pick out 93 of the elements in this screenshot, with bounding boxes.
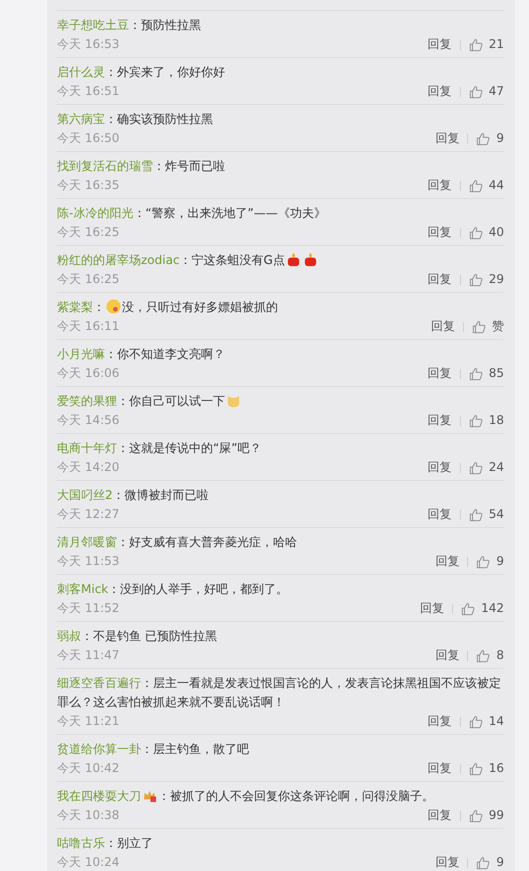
reply-link[interactable]: 回复 bbox=[428, 35, 452, 54]
reply-link[interactable]: 回复 bbox=[435, 129, 460, 148]
comment-time: 今天 10:42 bbox=[57, 760, 120, 777]
comment-time: 今天 16:25 bbox=[57, 271, 120, 288]
reply-link[interactable]: 回复 bbox=[435, 552, 460, 571]
reply-link[interactable]: 回复 bbox=[428, 712, 452, 731]
candle-emoji-icon bbox=[302, 252, 318, 267]
thumbs-up-icon[interactable] bbox=[476, 648, 490, 662]
comment-time: 今天 14:56 bbox=[57, 412, 120, 429]
thumbs-up-icon[interactable] bbox=[461, 602, 476, 616]
comment-text: 刺客Mick：没到的人举手，好吧，都到了。 bbox=[57, 581, 290, 598]
like-count: 29 bbox=[488, 271, 504, 288]
thumbs-up-icon[interactable] bbox=[468, 414, 483, 428]
comment-text: 幸子想吃土豆：预防性拉黑 bbox=[57, 17, 202, 34]
comment-text: 爱笑的果狸：你自己可以试一下 bbox=[57, 392, 504, 411]
comment-time: 今天 12:27 bbox=[57, 506, 120, 523]
comment-time: 今天 16:51 bbox=[57, 83, 120, 100]
comment-text: 我在四楼耍大刀 ：被抓了的人不会回复你这条评论啊，问得没脑子。 bbox=[57, 787, 435, 805]
like-count: 21 bbox=[488, 36, 504, 53]
comment-text: 细逐空香百遍行：层主一看就是发表过恨国言论的人，发表言论抹黑祖国不应该被定罪么？这么害怕被抓起来就不要乱说话啊！ bbox=[57, 675, 502, 711]
reply-link[interactable]: 回复 bbox=[428, 223, 452, 242]
comment-text: 紫棠梨： 没，只听过有好多嫖娼被抓的 bbox=[57, 298, 279, 316]
comment-time: 今天 11:21 bbox=[57, 713, 120, 730]
like-count: 47 bbox=[488, 83, 504, 100]
like-count: 54 bbox=[488, 506, 504, 523]
comment-text: 找到复活石的瑞雪：炸号而已啦 bbox=[57, 158, 226, 175]
comment-text: 小月光嘛：你不知道李文亮啊？ bbox=[57, 346, 226, 363]
reply-link[interactable]: 回复 bbox=[428, 411, 452, 430]
comment-text: 粉红的的屠宰场zodiac：宁这条蛆没有G点 bbox=[57, 251, 504, 270]
comment-text: 大国叼丝2：微博被封而已啦 bbox=[57, 487, 210, 504]
like-count: 44 bbox=[488, 177, 504, 194]
reply-link[interactable]: 回复 bbox=[428, 505, 452, 524]
reply-link[interactable]: 回复 bbox=[428, 82, 452, 101]
like-count: 24 bbox=[488, 459, 504, 476]
reply-link[interactable]: 回复 bbox=[435, 853, 460, 871]
thumbs-up-icon[interactable] bbox=[468, 226, 483, 240]
comment-text: 清月邻暖窗：好支威有喜大普奔菱光症，哈哈 bbox=[57, 534, 298, 551]
thumbs-up-icon[interactable] bbox=[468, 178, 483, 192]
thumbs-up-icon[interactable] bbox=[476, 132, 490, 146]
comment-time: 今天 16:50 bbox=[57, 130, 120, 147]
thumbs-up-icon[interactable] bbox=[468, 508, 483, 522]
reply-link[interactable]: 回复 bbox=[428, 364, 452, 383]
reply-link[interactable]: 回复 bbox=[420, 599, 444, 618]
thumbs-up-icon[interactable] bbox=[468, 38, 483, 52]
comment-text: 陈-冰冷的阳光：“警察，出来洗地了”——《功夫》 bbox=[57, 205, 327, 222]
like-count: 14 bbox=[488, 713, 504, 730]
reply-link[interactable]: 回复 bbox=[428, 759, 452, 778]
thumbs-up-icon[interactable] bbox=[476, 856, 490, 870]
reply-link[interactable]: 回复 bbox=[428, 270, 452, 289]
comment-time: 今天 11:47 bbox=[57, 647, 120, 664]
reply-link[interactable]: 回复 bbox=[435, 646, 460, 665]
thumbs-up-icon[interactable] bbox=[468, 808, 483, 822]
comment-time: 今天 14:20 bbox=[57, 459, 120, 476]
like-count: 赞 bbox=[492, 318, 504, 335]
comment-text: 启什么灵：外宾来了，你好你好 bbox=[57, 64, 226, 81]
like-count: 40 bbox=[488, 224, 504, 241]
thumbs-up-icon[interactable] bbox=[476, 554, 490, 568]
reply-link[interactable]: 回复 bbox=[428, 176, 452, 195]
comment-time: 今天 16:25 bbox=[57, 224, 120, 241]
comment-time: 今天 16:06 bbox=[57, 365, 120, 382]
comment-text: 贫道给你算一卦：层主钓鱼，散了吧 bbox=[57, 741, 250, 758]
thumbs-up-icon[interactable] bbox=[468, 84, 483, 98]
reply-link[interactable]: 回复 bbox=[428, 458, 452, 477]
like-count: 99 bbox=[488, 807, 504, 824]
thumbs-up-icon[interactable] bbox=[468, 460, 483, 474]
like-count: 18 bbox=[488, 412, 504, 429]
thumbs-up-icon[interactable] bbox=[472, 320, 486, 334]
comment-text: 弱叔：不是钓鱼 已预防性拉黑 bbox=[57, 628, 218, 645]
like-count: 16 bbox=[488, 760, 504, 777]
candle-emoji-icon bbox=[286, 252, 301, 267]
like-count: 9 bbox=[496, 130, 504, 147]
thumbs-up-icon[interactable] bbox=[468, 714, 483, 728]
comment-time: 今天 11:53 bbox=[57, 553, 120, 570]
like-count: 85 bbox=[488, 365, 504, 382]
comment-time: 今天 10:24 bbox=[57, 854, 120, 871]
thumbs-up-icon[interactable] bbox=[468, 272, 483, 286]
comment-time: 今天 16:35 bbox=[57, 177, 120, 194]
like-count: 9 bbox=[496, 553, 504, 570]
cat-emoji-icon bbox=[226, 393, 241, 408]
comment-text: 第六病宝：确实该预防性拉黑 bbox=[57, 111, 214, 128]
comment-time: 今天 16:11 bbox=[57, 318, 120, 335]
like-count: 9 bbox=[496, 854, 504, 871]
comment-text: 咕噜古乐：别立了 bbox=[57, 835, 154, 852]
comment-time: 今天 16:53 bbox=[57, 36, 120, 53]
reply-link[interactable]: 回复 bbox=[431, 317, 455, 336]
reply-link[interactable]: 回复 bbox=[428, 806, 452, 825]
comment-time: 今天 10:38 bbox=[57, 807, 120, 824]
comment-time: 今天 11:52 bbox=[57, 600, 120, 617]
thumbs-up-icon[interactable] bbox=[468, 366, 483, 380]
comment-text: 电商十年灯：这就是传说中的“屎”吧？ bbox=[57, 440, 262, 457]
like-count: 8 bbox=[496, 647, 504, 664]
thumbs-up-icon[interactable] bbox=[468, 762, 483, 776]
like-count: 142 bbox=[481, 600, 504, 617]
